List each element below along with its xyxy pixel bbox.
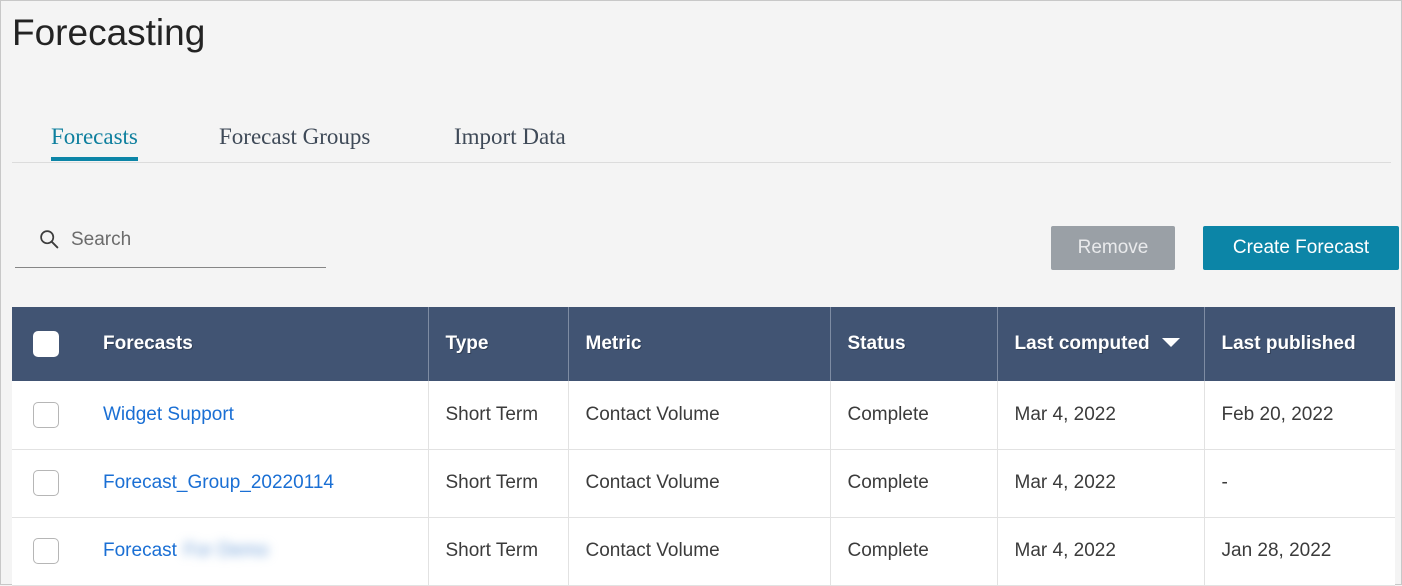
select-all-header xyxy=(12,307,80,381)
last-computed-cell: Mar 4, 2022 xyxy=(997,381,1204,449)
create-forecast-button[interactable]: Create Forecast xyxy=(1203,226,1399,270)
status-cell: Complete xyxy=(830,381,997,449)
status-cell: Complete xyxy=(830,449,997,517)
forecasting-page: Forecasting Forecasts Forecast Groups Im… xyxy=(1,1,1401,584)
forecast-name-link[interactable]: Forecast_Group_20220114 xyxy=(103,472,334,493)
column-header-type[interactable]: Type xyxy=(428,307,568,381)
column-header-metric[interactable]: Metric xyxy=(568,307,830,381)
last-published-cell: Feb 20, 2022 xyxy=(1204,381,1395,449)
tab-forecast-groups[interactable]: Forecast Groups xyxy=(219,113,370,161)
search-icon xyxy=(39,229,59,249)
metric-cell: Contact Volume xyxy=(568,381,830,449)
table-header-row: Forecasts Type Metric Status Last comput… xyxy=(12,307,1395,381)
forecast-name-cell: Widget Support xyxy=(80,381,428,449)
row-checkbox[interactable] xyxy=(33,402,59,428)
column-header-last-published[interactable]: Last published xyxy=(1204,307,1395,381)
type-cell: Short Term xyxy=(428,381,568,449)
row-select-cell xyxy=(12,381,80,449)
tab-forecasts[interactable]: Forecasts xyxy=(51,113,138,161)
last-published-cell: - xyxy=(1204,449,1395,517)
forecasts-table: Forecasts Type Metric Status Last comput… xyxy=(12,307,1395,586)
tab-import-data[interactable]: Import Data xyxy=(454,113,566,161)
forecast-name-link[interactable]: Widget Support xyxy=(103,404,234,425)
column-header-forecasts[interactable]: Forecasts xyxy=(80,307,428,381)
select-all-checkbox[interactable] xyxy=(33,331,59,357)
last-computed-cell: Mar 4, 2022 xyxy=(997,449,1204,517)
type-cell: Short Term xyxy=(428,517,568,585)
column-header-forecasts-label: Forecasts xyxy=(103,333,193,354)
table-row: Forecast For Demo Short Term Contact Volu… xyxy=(12,517,1395,585)
redacted-name-text: For Demo xyxy=(184,540,268,562)
table-row: Widget Support Short Term Contact Volume… xyxy=(12,381,1395,449)
column-header-status[interactable]: Status xyxy=(830,307,997,381)
column-header-last-computed-label: Last computed xyxy=(1015,333,1150,354)
column-header-metric-label: Metric xyxy=(586,333,642,354)
column-header-type-label: Type xyxy=(446,333,489,354)
forecast-name-link[interactable]: Forecast xyxy=(103,540,177,561)
row-select-cell xyxy=(12,517,80,585)
row-checkbox[interactable] xyxy=(33,538,59,564)
sort-descending-icon[interactable] xyxy=(1162,338,1180,347)
column-header-last-published-label: Last published xyxy=(1222,333,1356,354)
search-input[interactable] xyxy=(71,222,319,258)
tab-bar: Forecasts Forecast Groups Import Data xyxy=(12,113,1391,163)
forecast-name-cell: Forecast_Group_20220114 xyxy=(80,449,428,517)
table-row: Forecast_Group_20220114 Short Term Conta… xyxy=(12,449,1395,517)
last-published-cell: Jan 28, 2022 xyxy=(1204,517,1395,585)
search-field[interactable] xyxy=(15,216,326,268)
remove-button[interactable]: Remove xyxy=(1051,226,1175,270)
column-header-status-label: Status xyxy=(848,333,906,354)
status-cell: Complete xyxy=(830,517,997,585)
last-computed-cell: Mar 4, 2022 xyxy=(997,517,1204,585)
metric-cell: Contact Volume xyxy=(568,517,830,585)
row-checkbox[interactable] xyxy=(33,470,59,496)
type-cell: Short Term xyxy=(428,449,568,517)
forecast-name-cell: Forecast For Demo xyxy=(80,517,428,585)
page-title: Forecasting xyxy=(12,10,205,55)
column-header-last-computed[interactable]: Last computed xyxy=(997,307,1204,381)
row-select-cell xyxy=(12,449,80,517)
metric-cell: Contact Volume xyxy=(568,449,830,517)
